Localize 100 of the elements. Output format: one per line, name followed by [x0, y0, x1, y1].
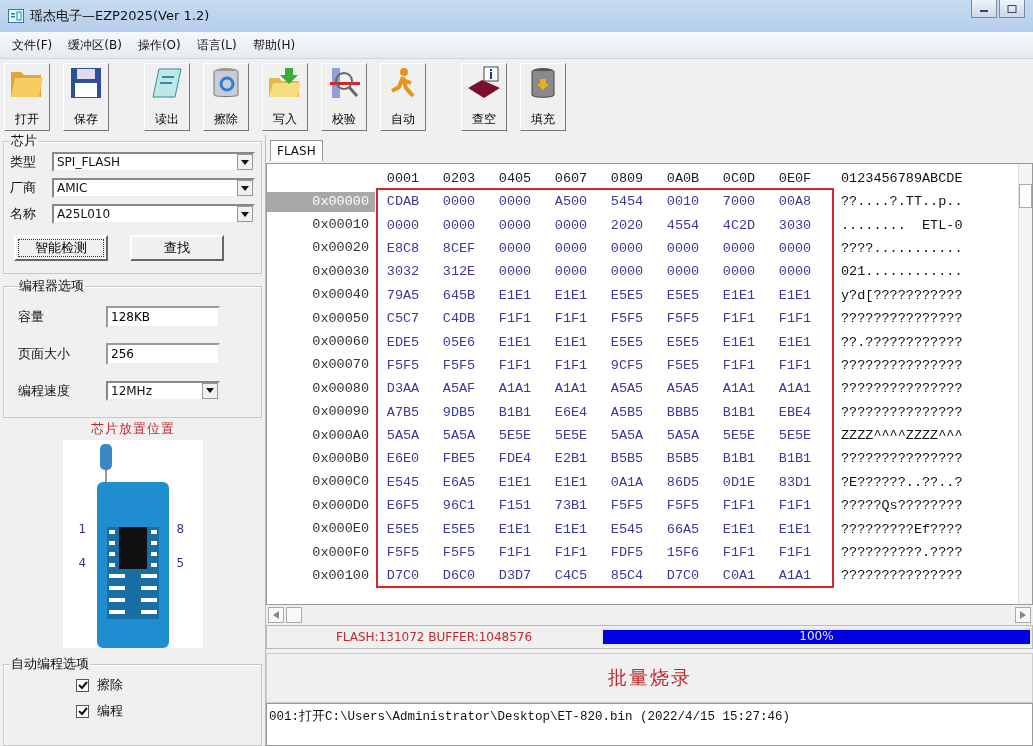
push-button[interactable]: 智能检测	[14, 235, 108, 261]
hex-cell-text: C4C5	[553, 568, 589, 584]
hex-cell-text: B1B1	[721, 451, 757, 467]
hex-cell-text: 0000	[385, 217, 421, 233]
hex-cell-text: 0000	[497, 194, 533, 210]
address-cell[interactable]: 0x000B0	[267, 449, 375, 469]
tab[interactable]: FLASH	[270, 140, 323, 161]
minimize-button[interactable]	[971, 0, 997, 18]
right-arrow-icon	[1020, 611, 1026, 619]
toolbar-button[interactable]: 查空	[461, 63, 507, 131]
field-label: 页面大小	[18, 344, 71, 363]
dropdown[interactable]: SPI_FLASH	[52, 152, 255, 172]
toolbar-button[interactable]: 校验	[321, 63, 367, 131]
hex-cell-text: 9DB5	[441, 404, 477, 420]
hex-cell-text: 7000	[721, 194, 757, 210]
toolbar-button[interactable]: 自动	[380, 63, 426, 131]
field-label: 编程速度	[18, 381, 71, 400]
hex-cell-text: 0000	[721, 264, 757, 280]
ascii-cell: ........ ETL-0	[841, 217, 963, 233]
address-cell[interactable]: 0x00050	[267, 308, 375, 329]
window-title: 瑶杰电子—EZP2025(Ver 1.2)	[30, 7, 210, 25]
address-cell[interactable]: 0x000F0	[267, 542, 375, 563]
ascii-cell: ?????????Ef????	[841, 521, 963, 537]
address-cell[interactable]: 0x00100	[267, 565, 375, 586]
hex-cell-text: E8C8	[385, 240, 421, 256]
menu-item[interactable]: 操作(O)	[129, 36, 189, 54]
address-cell[interactable]: 0x000C0	[267, 472, 375, 493]
hex-cell-text: EBE4	[777, 404, 813, 420]
address-cell[interactable]: 0x00030	[267, 261, 375, 282]
menu-item[interactable]: 缓冲区(B)	[60, 36, 130, 54]
hex-cell-text: F1F1	[497, 545, 533, 561]
batch-program-button[interactable]: 批量烧录	[266, 653, 1033, 703]
pin-number: 5	[176, 556, 186, 570]
toolbar-button[interactable]: 填充	[520, 63, 566, 131]
address-cell[interactable]: 0x00020	[267, 238, 375, 259]
horizontal-scrollbar[interactable]	[266, 605, 1033, 625]
hex-cell-text: 4554	[665, 217, 701, 233]
hex-cell-text: F1F1	[721, 498, 757, 514]
ascii-cell: ???????????????	[841, 381, 963, 397]
toolbar-button[interactable]: 保存	[63, 63, 109, 131]
address-cell[interactable]: 0x00060	[267, 332, 375, 353]
dropdown[interactable]: A25L010	[52, 204, 255, 224]
hex-cell-text: 5A5A	[385, 428, 421, 444]
menu-item[interactable]: 文件(F)	[4, 36, 61, 54]
address-cell[interactable]: 0x00070	[267, 355, 375, 376]
dropdown[interactable]: AMIC	[52, 178, 255, 198]
menu-item[interactable]: 帮助(H)	[244, 36, 304, 54]
address-cell[interactable]: 0x00080	[267, 378, 375, 399]
hex-cell-text: F5F5	[385, 545, 421, 561]
caret-icon	[241, 185, 249, 191]
hex-cell-text: 86D5	[665, 474, 701, 490]
hex-cell-text: 3030	[777, 217, 813, 233]
dropdown[interactable]: 12MHz	[106, 380, 220, 401]
hex-cell-text: 0000	[777, 240, 813, 256]
maximize-button[interactable]	[999, 0, 1025, 18]
hex-cell-text: E5E5	[609, 334, 645, 350]
push-button[interactable]: 查找	[130, 235, 224, 261]
address-cell[interactable]: 0x000A0	[267, 425, 375, 446]
hex-cell-text: E1E1	[553, 521, 589, 537]
toolbar-button[interactable]: 打开	[4, 63, 50, 131]
hex-cell-text: 0000	[553, 240, 589, 256]
address-cell[interactable]: 0x000E0	[267, 519, 375, 540]
hex-cell-text: 5454	[609, 194, 645, 210]
hex-cell-text: E1E1	[777, 287, 813, 303]
hex-cell-text: 2020	[609, 217, 645, 233]
status-text: FLASH:131072 BUFFER:1048576	[334, 630, 534, 644]
hex-cell-text: B5B5	[609, 451, 645, 467]
checkbox[interactable]	[76, 704, 89, 718]
ascii-cell: ???????????????	[841, 404, 963, 420]
address-cell[interactable]: 0x00010	[267, 215, 375, 236]
hex-cell-text: A1A1	[497, 381, 533, 397]
ascii-cell: 021............	[841, 264, 963, 280]
caret-icon	[241, 159, 249, 165]
pin-number: 1	[78, 522, 88, 536]
hex-cell-text: E2B1	[553, 451, 589, 467]
column-header: 0A0B	[665, 170, 701, 186]
address-cell[interactable]: 0x00090	[267, 402, 375, 423]
hex-cell-text: 3032	[385, 264, 421, 280]
hex-cell-text: F5E5	[665, 357, 701, 373]
address-cell[interactable]: 0x00040	[267, 285, 375, 306]
app-icon	[8, 9, 24, 23]
hex-cell-text: D7C0	[665, 568, 701, 584]
hex-cell-text: F1F1	[777, 498, 813, 514]
hex-cell-text: 15F6	[665, 545, 701, 561]
vertical-scrollbar[interactable]	[1018, 164, 1032, 604]
pin-number: 8	[176, 522, 186, 536]
address-cell[interactable]: 0x000D0	[267, 495, 375, 516]
scrollbar-thumb[interactable]	[286, 607, 302, 623]
toolbar-button[interactable]: 读出	[144, 63, 190, 131]
input-field[interactable]: 128KB	[106, 305, 220, 328]
hex-cell-text: A5B5	[609, 404, 645, 420]
maximize-icon	[1007, 4, 1017, 13]
toolbar-button[interactable]: 写入	[262, 63, 308, 131]
field-label: 名称	[10, 205, 37, 223]
menu-item[interactable]: 语言(L)	[188, 36, 245, 54]
input-field[interactable]: 256	[106, 342, 220, 365]
left-arrow-icon	[273, 611, 279, 619]
notepad-icon	[149, 66, 185, 100]
toolbar-button[interactable]: 擦除	[203, 63, 249, 131]
checkbox[interactable]	[76, 678, 89, 692]
